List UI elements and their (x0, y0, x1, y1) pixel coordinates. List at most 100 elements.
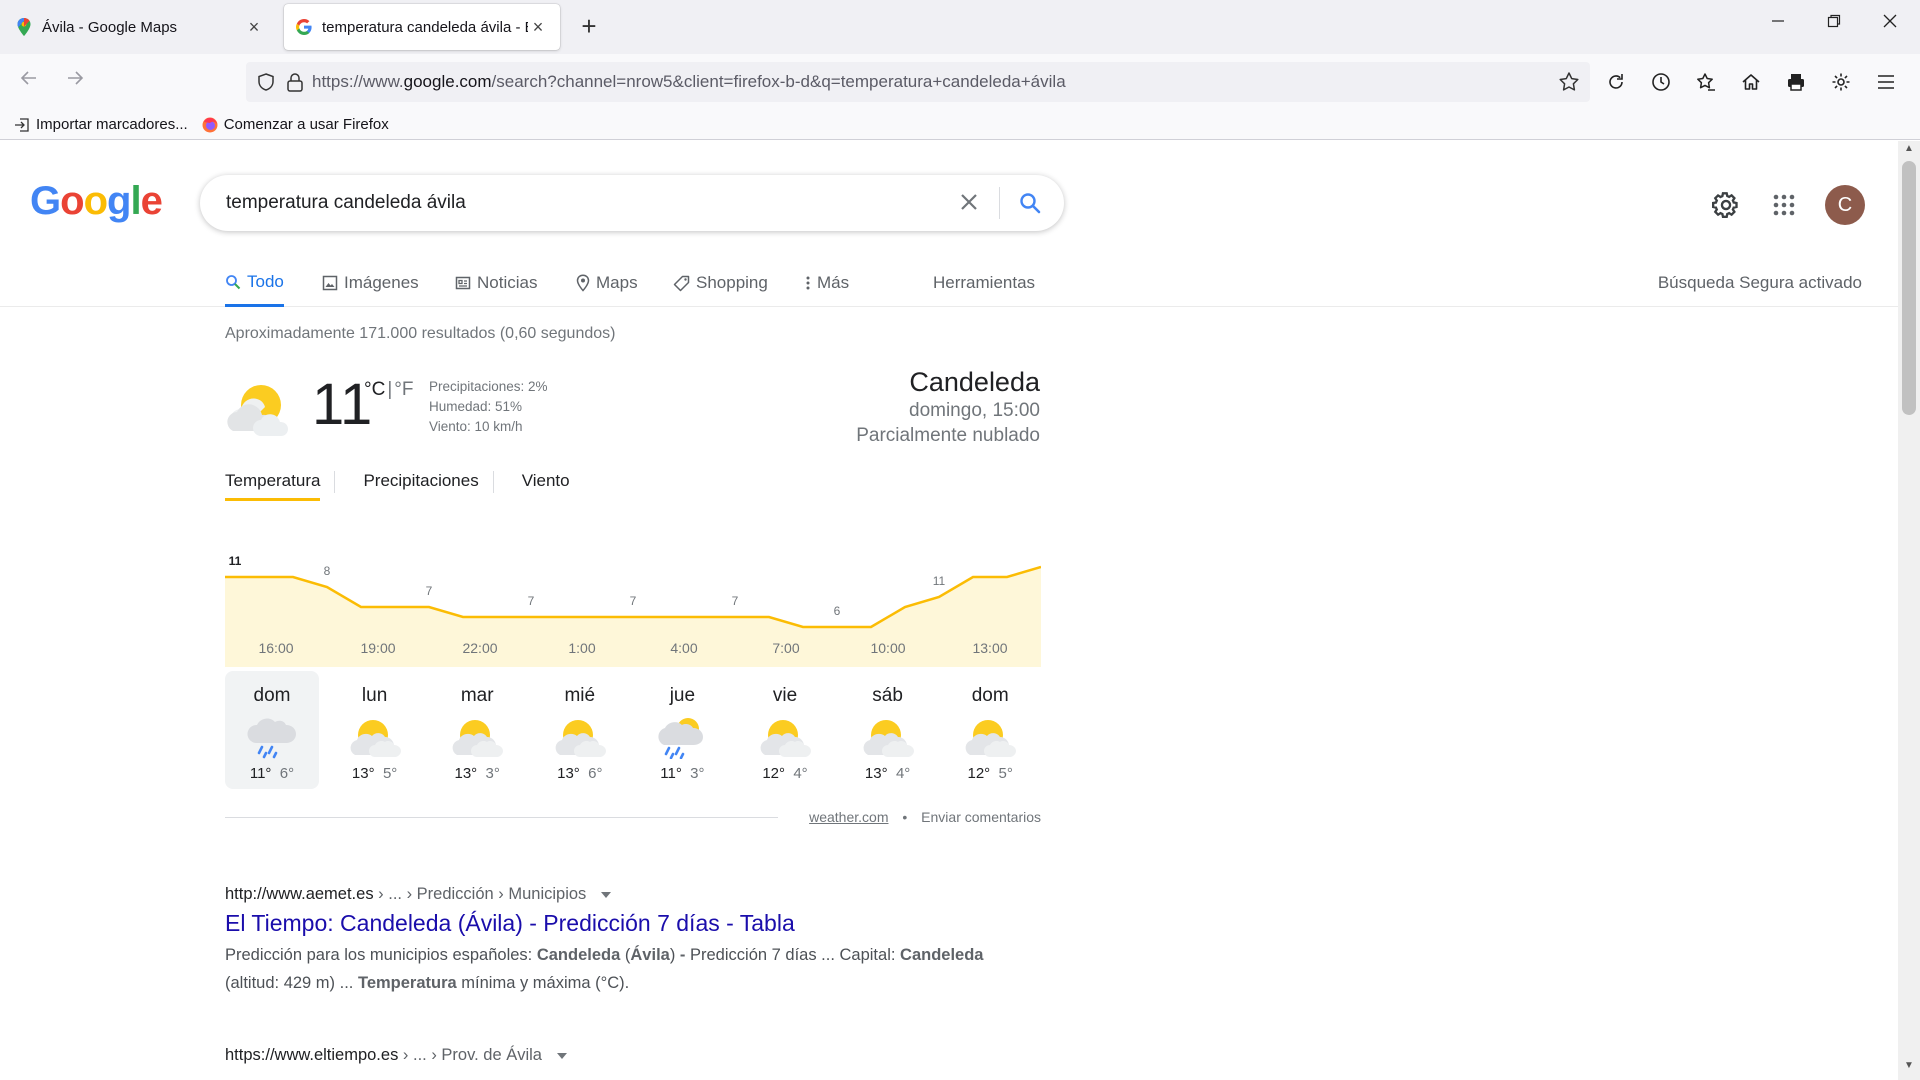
shield-icon[interactable] (256, 72, 276, 92)
address-bar[interactable]: https://www.google.com/search?channel=nr… (246, 62, 1590, 102)
day-low: 3° (485, 765, 500, 782)
lock-icon[interactable] (286, 72, 304, 92)
search-result: https://www.eltiempo.es › ... › Prov. de… (225, 1046, 985, 1065)
google-logo[interactable]: Google (30, 179, 163, 224)
result-title[interactable]: El Tiempo: Candeleda (Ávila) - Predicció… (225, 910, 985, 937)
day-low: 5° (382, 765, 398, 782)
bookmark-get-started[interactable]: Comenzar a usar Firefox (202, 116, 389, 133)
bookmarks-toolbar: Importar marcadores... Comenzar a usar F… (0, 110, 1920, 140)
back-button[interactable] (14, 67, 44, 97)
close-icon (961, 194, 977, 210)
result-url: http://www.aemet.es (225, 885, 374, 903)
unit-celsius[interactable]: °C (364, 379, 385, 400)
home-button[interactable] (1735, 67, 1766, 97)
scroll-up-icon[interactable]: ▲ (1898, 143, 1920, 161)
apps-button[interactable] (1764, 185, 1804, 225)
temperature-units: °C | °F (364, 379, 413, 401)
forecast-day[interactable]: dom 11° 6° (225, 671, 319, 789)
tab-shopping[interactable]: Shopping (673, 259, 768, 307)
tab-label: Noticias (477, 273, 538, 292)
forecast-day[interactable]: dom 12° 5° (943, 671, 1037, 789)
menu-button[interactable] (1870, 67, 1901, 97)
tab-google-maps[interactable]: Ávila - Google Maps × (4, 4, 276, 50)
google-g-icon (296, 19, 312, 35)
snippet-text: Predicción para los municipios españoles… (225, 946, 537, 964)
day-high: 13° (454, 765, 478, 782)
day-high: 11° (249, 765, 272, 782)
vertical-scrollbar[interactable]: ▲ ▼ (1898, 141, 1920, 1080)
clear-search-button[interactable] (949, 187, 989, 219)
forecast-day[interactable]: sáb 13° 4° (841, 671, 935, 789)
day-name: dom (253, 685, 291, 706)
history-button[interactable] (1645, 67, 1676, 97)
scroll-down-icon[interactable]: ▼ (1898, 1060, 1920, 1078)
logo-letter: g (107, 179, 131, 223)
tab-maps[interactable]: Maps (576, 259, 638, 307)
caret-down-icon[interactable] (600, 891, 611, 898)
star-icon[interactable] (1558, 71, 1580, 93)
result-cite[interactable]: https://www.eltiempo.es › ... › Prov. de… (225, 1046, 985, 1065)
day-name: mar (460, 685, 494, 706)
forecast-day[interactable]: lun 13° 5° (328, 671, 422, 789)
snippet-highlight: Candeleda (536, 946, 621, 964)
caret-down-icon[interactable] (556, 1052, 567, 1059)
safe-search-status[interactable]: Búsqueda Segura activado (1658, 259, 1862, 307)
tab-noticias[interactable]: Noticias (455, 259, 537, 307)
day-name: dom (971, 685, 1009, 706)
forecast-day[interactable]: mar 13° 3° (430, 671, 524, 789)
tab-todo[interactable]: Todo (225, 259, 284, 307)
bookmarks-button[interactable] (1690, 67, 1721, 97)
feedback-link[interactable]: Enviar comentarios (921, 809, 1041, 825)
tag-icon (673, 275, 690, 291)
forecast-day[interactable]: mié 13° 6° (533, 671, 627, 789)
settings-button[interactable] (1706, 185, 1746, 225)
weather-tab-divider (492, 471, 494, 493)
snippet-text: (altitud: 429 m) ... (225, 974, 358, 992)
weather-tab-precipitaciones[interactable]: Precipitaciones (363, 465, 478, 501)
new-tab-button[interactable]: + (574, 12, 604, 42)
weather-source-link[interactable]: weather.com (809, 809, 888, 825)
close-window-button[interactable] (1870, 12, 1910, 42)
unit-fahrenheit[interactable]: °F (394, 379, 413, 400)
tab-google-search[interactable]: temperatura candeleda ávila - B × (284, 4, 560, 50)
unit-separator: | (387, 379, 393, 400)
close-tab-icon[interactable]: × (244, 17, 264, 38)
close-tab-icon[interactable]: × (528, 17, 548, 38)
result-cite[interactable]: http://www.aemet.es › ... › Predicción ›… (225, 885, 985, 904)
forecast-day[interactable]: vie 12° 4° (738, 671, 832, 789)
search-button[interactable] (1010, 191, 1050, 215)
restore-button[interactable] (1814, 12, 1854, 42)
day-high: 13° (864, 765, 888, 782)
print-button[interactable] (1780, 67, 1811, 97)
tab-strip: Ávila - Google Maps × temperatura candel… (0, 0, 1920, 54)
minimize-button[interactable] (1758, 12, 1798, 42)
bookmark-import[interactable]: Importar marcadores... (14, 116, 188, 133)
forecast-day[interactable]: jue 11° 3° (635, 671, 729, 789)
more-vert-icon (806, 276, 810, 290)
search-tabs: Todo Imágenes Noticias Maps Shopping Más… (0, 259, 1898, 307)
weather-tab-divider (334, 471, 336, 493)
tab-mas[interactable]: Más (805, 259, 849, 307)
chart-time-axis: 16:00 19:00 22:00 1:00 4:00 7:00 10:00 13:00 (225, 640, 1041, 660)
settings-button[interactable] (1825, 67, 1856, 97)
weather-tab-viento[interactable]: Viento (522, 465, 570, 501)
account-avatar[interactable]: C (1825, 185, 1865, 225)
tab-title: temperatura candeleda ávila - B (322, 18, 528, 36)
forward-button[interactable] (60, 67, 90, 97)
restore-icon (1827, 14, 1841, 28)
showers-icon (635, 715, 729, 759)
day-temp-range: 12° 4° (738, 765, 832, 782)
chart-tick-label: 16:00 (258, 640, 294, 656)
search-box[interactable]: temperatura candeleda ávila (200, 175, 1064, 231)
search-input[interactable]: temperatura candeleda ávila (226, 192, 949, 214)
reload-button[interactable] (1600, 67, 1631, 97)
weather-tab-temperatura[interactable]: Temperatura (225, 465, 321, 501)
tab-herramientas[interactable]: Herramientas (933, 259, 1035, 307)
bookmark-label: Comenzar a usar Firefox (223, 116, 389, 133)
tab-imagenes[interactable]: Imágenes (322, 259, 419, 307)
day-temp-range: 12° 5° (943, 765, 1037, 782)
day-temp-range: 13° 3° (430, 765, 524, 782)
scrollbar-thumb[interactable] (1902, 161, 1916, 415)
day-high: 12° (967, 765, 991, 782)
apps-grid-icon (1773, 194, 1795, 216)
